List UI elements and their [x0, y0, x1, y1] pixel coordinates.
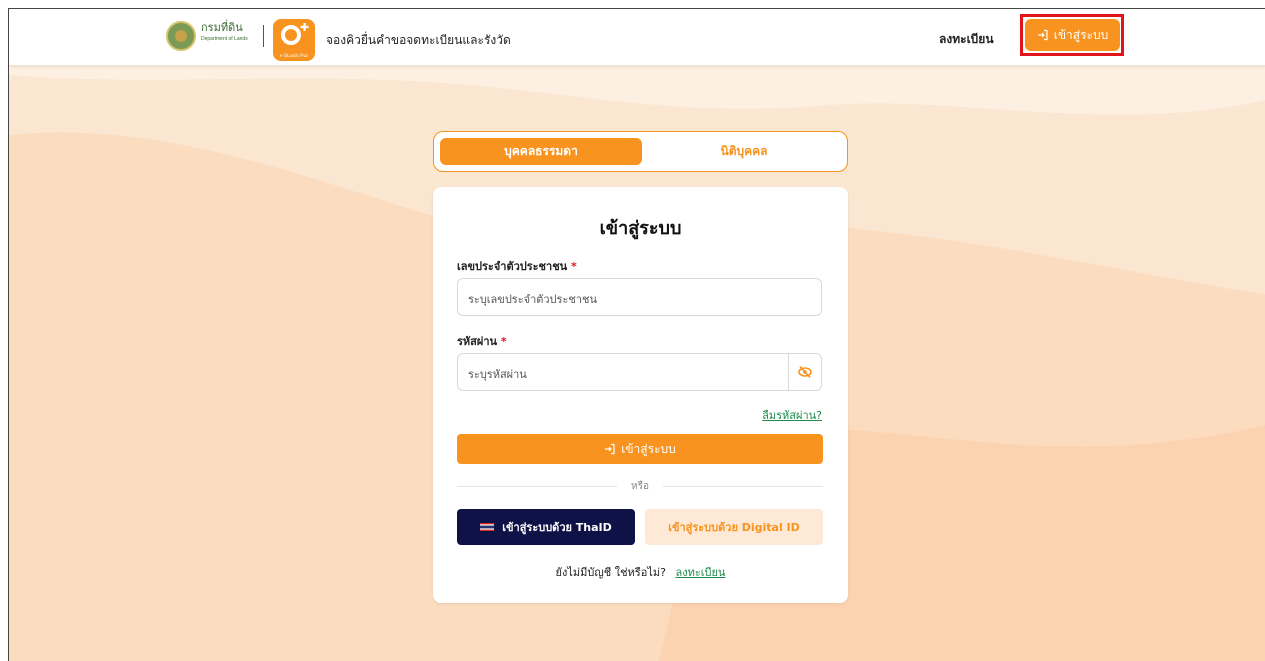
password-label-text: รหัสผ่าน	[457, 335, 498, 348]
header-title: จองคิวยื่นคำขอจดทะเบียนและรังวัด	[326, 33, 511, 47]
id-label: เลขประจำตัวประชาชน *	[457, 257, 577, 275]
header-login-button[interactable]: เข้าสู่ระบบ	[1025, 19, 1120, 51]
eqlands-logo-text: e-QLands Plus	[279, 53, 309, 58]
password-input[interactable]: ระบุรหัสผ่าน	[457, 353, 822, 391]
login-submit-button[interactable]: เข้าสู่ระบบ	[457, 434, 823, 464]
citizen-id-placeholder: ระบุเลขประจำตัวประชาชน	[468, 293, 597, 306]
login-submit-label: เข้าสู่ระบบ	[621, 441, 676, 456]
thaid-login-button[interactable]: เข้าสู่ระบบด้วย ThaID	[457, 509, 635, 545]
header-login-label: เข้าสู่ระบบ	[1053, 27, 1109, 42]
login-title: เข้าสู่ระบบ	[599, 218, 682, 239]
digital-id-login-label: เข้าสู่ระบบด้วย Digital ID	[668, 521, 800, 534]
user-type-tabs: บุคคลธรรมดา นิติบุคคล	[433, 131, 848, 172]
q-ring-icon	[281, 25, 301, 45]
no-account-row: ยังไม่มีบัญชี ใช่หรือไม่? ลงทะเบียน	[433, 563, 848, 581]
dol-name: กรมที่ดิน	[201, 22, 243, 34]
eye-off-icon	[798, 365, 812, 379]
citizen-id-input[interactable]: ระบุเลขประจำตัวประชาชน	[457, 278, 822, 316]
tab-juristic-person[interactable]: นิติบุคคล	[646, 138, 842, 165]
digital-id-login-button[interactable]: เข้าสู่ระบบด้วย Digital ID	[645, 509, 823, 545]
required-mark: *	[500, 335, 507, 348]
divider-line-right	[663, 486, 823, 487]
dol-subtitle: Department of Lands	[201, 36, 248, 42]
department-of-lands-logo	[166, 21, 196, 51]
forgot-password-link[interactable]: ลืมรหัสผ่าน?	[762, 406, 822, 424]
no-account-text: ยังไม่มีบัญชี ใช่หรือไม่?	[555, 566, 666, 579]
password-label: รหัสผ่าน *	[457, 332, 507, 350]
plus-icon: ✚	[300, 21, 310, 34]
header-register-link[interactable]: ลงทะเบียน	[939, 30, 994, 49]
toggle-password-visibility[interactable]	[788, 354, 821, 390]
top-header: กรมที่ดิน Department of Lands ✚ e-QLands…	[9, 9, 1265, 65]
register-link[interactable]: ลงทะเบียน	[675, 566, 725, 579]
login-card: เข้าสู่ระบบ เลขประจำตัวประชาชน * ระบุเลข…	[433, 187, 848, 603]
login-icon	[605, 443, 615, 455]
thaid-login-label: เข้าสู่ระบบด้วย ThaID	[502, 521, 612, 534]
password-placeholder: ระบุรหัสผ่าน	[468, 368, 527, 381]
tab-individual[interactable]: บุคคลธรรมดา	[440, 138, 642, 165]
or-divider: หรือ	[457, 479, 823, 493]
page-frame: กรมที่ดิน Department of Lands ✚ e-QLands…	[8, 8, 1265, 661]
eqlands-logo: ✚ e-QLands Plus	[273, 19, 315, 61]
login-icon	[1037, 29, 1048, 41]
thai-flag-icon	[480, 523, 495, 531]
id-label-text: เลขประจำตัวประชาชน	[457, 260, 568, 273]
logo-divider	[263, 25, 264, 47]
required-mark: *	[571, 260, 577, 273]
